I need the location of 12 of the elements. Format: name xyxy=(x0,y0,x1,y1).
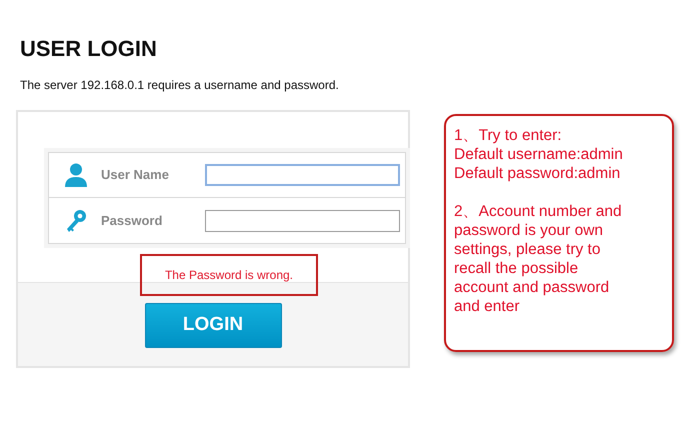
username-field[interactable] xyxy=(205,164,400,186)
login-button[interactable]: LOGIN xyxy=(144,303,282,348)
hint-text: 2、Account number and password is your own settings, please try to recall the possible account and password and enter xyxy=(454,202,623,316)
server-message: The server 192.168.0.1 requires a username and password. xyxy=(20,77,340,94)
field-label: User Name xyxy=(101,166,170,184)
user-icon xyxy=(65,163,87,187)
page-title: USER LOGIN xyxy=(20,36,158,62)
password-field[interactable] xyxy=(205,210,400,232)
hint-text: 1、Try to enter: Default username:admin Default password:admin xyxy=(454,126,624,183)
field-label: Password xyxy=(101,212,164,230)
key-icon xyxy=(65,208,87,232)
error-message: The Password is wrong. xyxy=(140,254,318,296)
